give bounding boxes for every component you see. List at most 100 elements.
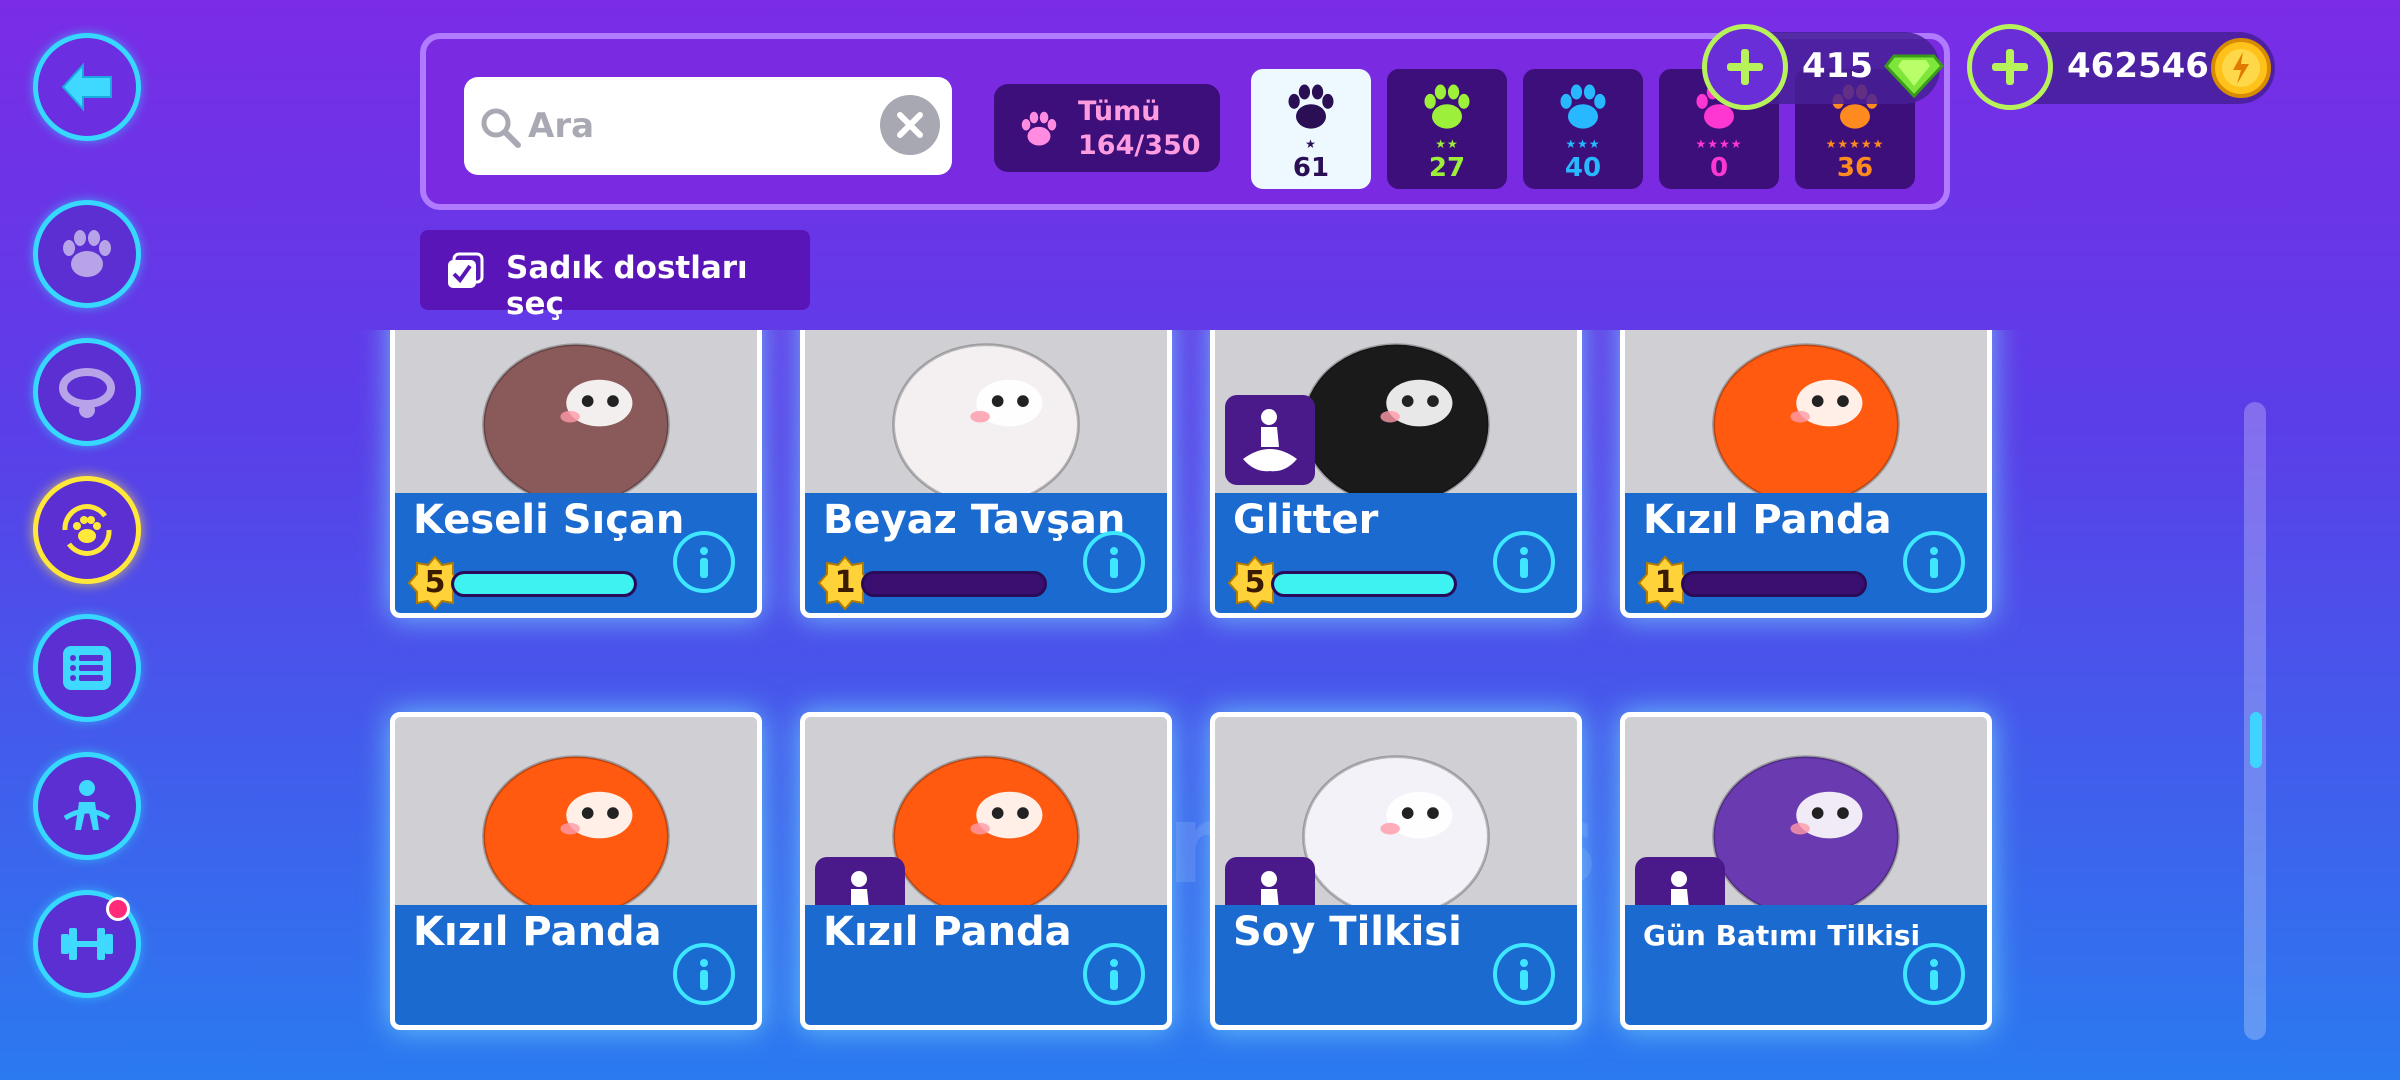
nav-training-button[interactable] (33, 890, 141, 998)
info-icon (1520, 959, 1528, 990)
pet-name: Gün Batımı Tilkisi (1643, 919, 1921, 952)
pet-name: Soy Tilkisi (1233, 909, 1462, 955)
pet-image (482, 343, 670, 505)
pet-grid: itemsatis Keseli Sıçan5Beyaz Tavşan1Glit… (350, 330, 2030, 1080)
arrow-left-icon (61, 62, 112, 112)
clear-search-button[interactable] (880, 95, 940, 155)
xp-progress-bar (1271, 571, 1457, 597)
xp-progress-bar (451, 571, 637, 597)
coin-counter: 462546 (1967, 24, 2275, 110)
rarity-stars: ★★★ (1565, 137, 1601, 151)
rarity-stars: ★ (1305, 137, 1317, 151)
paw-icon (1560, 84, 1606, 129)
filter-all-button[interactable]: Tümü 164/350 (994, 84, 1220, 172)
pet-info-button[interactable] (1903, 943, 1965, 1005)
xp-progress-fill (1274, 574, 1454, 594)
add-coins-button[interactable] (1967, 24, 2053, 110)
pet-name-band: Keseli Sıçan 5 (395, 493, 757, 613)
pet-card[interactable]: Kızıl Panda (390, 712, 762, 1030)
pet-info-button[interactable] (1083, 943, 1145, 1005)
rarity-3-button[interactable]: ★★★ 40 (1523, 69, 1643, 189)
pet-card[interactable]: Kızıl Panda 1 (1620, 330, 1992, 618)
pet-card[interactable]: Glitter 5 (1210, 330, 1582, 618)
scrollbar-thumb[interactable] (2250, 712, 2262, 768)
info-icon (1930, 959, 1938, 990)
notification-dot (106, 897, 130, 921)
info-icon (700, 547, 708, 578)
rarity-count: 36 (1836, 153, 1874, 183)
info-icon (1520, 547, 1528, 578)
search-icon (481, 108, 521, 148)
filter-all-label: Tümü (1078, 96, 1161, 127)
rarity-count: 27 (1428, 153, 1466, 183)
pet-card[interactable]: Soy Tilkisi (1210, 712, 1582, 1030)
gem-counter: 415 (1702, 24, 1944, 110)
info-icon (1110, 547, 1118, 578)
xp-progress-fill (454, 574, 634, 594)
back-button[interactable] (33, 33, 141, 141)
pet-image (482, 755, 670, 917)
rider-icon (63, 780, 111, 830)
pet-info-button[interactable] (673, 943, 735, 1005)
pet-name-band: Beyaz Tavşan 1 (805, 493, 1167, 613)
paw-icon (63, 230, 111, 277)
xp-progress-bar (1681, 571, 1867, 597)
rarity-count: 61 (1292, 153, 1330, 183)
collar-icon (59, 368, 115, 418)
list-icon (63, 646, 111, 690)
rarity-stars: ★★ (1435, 137, 1459, 151)
pet-card[interactable]: Kızıl Panda (800, 712, 1172, 1030)
add-gems-button[interactable] (1702, 24, 1788, 110)
dumbbell-icon (61, 928, 113, 960)
pet-name-band: Gün Batımı Tilkisi (1625, 905, 1987, 1025)
pet-card[interactable]: Beyaz Tavşan 1 (800, 330, 1172, 618)
pet-name: Kızıl Panda (823, 909, 1072, 955)
pet-card[interactable]: Keseli Sıçan 5 (390, 330, 762, 618)
nav-rider-button[interactable] (33, 752, 141, 860)
xp-progress-bar (861, 571, 1047, 597)
paw-icon (1021, 111, 1057, 146)
pet-name: Keseli Sıçan (413, 497, 685, 543)
rarity-count: 40 (1564, 153, 1602, 183)
nav-pets-button[interactable] (33, 200, 141, 308)
pet-info-button[interactable] (1903, 531, 1965, 593)
select-loyal-friends-label: Sadık dostları seç (506, 250, 748, 322)
paw-icon (1288, 84, 1334, 129)
info-icon (700, 959, 708, 990)
search-box (464, 77, 952, 175)
rideable-icon (1225, 395, 1315, 485)
paw-icon (1424, 84, 1470, 129)
pet-level: 1 (1654, 565, 1676, 600)
select-loyal-friends-toggle[interactable]: Sadık dostları seç (420, 230, 810, 322)
pet-name-band: Kızıl Panda (395, 905, 757, 1025)
coin-amount: 462546 (2067, 46, 2209, 86)
close-icon (897, 112, 923, 138)
coin-icon (2211, 38, 2271, 98)
info-icon (1930, 547, 1938, 578)
rarity-stars: ★★★★ (1695, 137, 1743, 151)
nav-collar-button[interactable] (33, 338, 141, 446)
pet-info-button[interactable] (1083, 531, 1145, 593)
filter-all-count: 164/350 (1078, 130, 1201, 161)
rarity-2-button[interactable]: ★★ 27 (1387, 69, 1507, 189)
pet-info-button[interactable] (673, 531, 735, 593)
pet-name: Beyaz Tavşan (823, 497, 1126, 543)
search-input[interactable] (528, 97, 858, 155)
pet-card[interactable]: Gün Batımı Tilkisi (1620, 712, 1992, 1030)
plus-icon (1992, 49, 2028, 85)
pet-level: 1 (834, 565, 856, 600)
pet-name-band: Kızıl Panda 1 (1625, 493, 1987, 613)
rarity-stars: ★★★★★ (1825, 137, 1885, 151)
pet-name: Kızıl Panda (413, 909, 662, 955)
info-icon (1110, 959, 1118, 990)
nav-list-button[interactable] (33, 614, 141, 722)
pet-name-band: Glitter 5 (1215, 493, 1577, 613)
pet-info-button[interactable] (1493, 943, 1555, 1005)
rarity-1-button[interactable]: ★ 61 (1251, 69, 1371, 189)
plus-icon (1727, 49, 1763, 85)
nav-evolve-button[interactable] (33, 476, 141, 584)
paw-cycle-icon (62, 504, 112, 556)
pet-info-button[interactable] (1493, 531, 1555, 593)
pet-name: Glitter (1233, 497, 1379, 543)
pet-image (892, 343, 1080, 505)
